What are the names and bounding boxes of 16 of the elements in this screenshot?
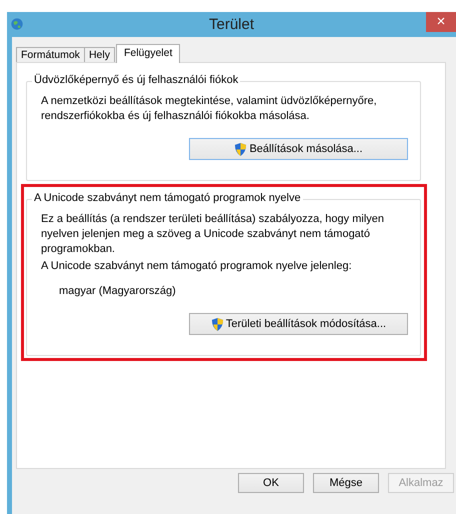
group-title: A Unicode szabványt nem támogató programok nyelve [32, 192, 303, 204]
tab[interactable]: Felügyelet [116, 44, 180, 63]
tab[interactable]: Formátumok [16, 47, 85, 62]
description-text: A Unicode szabványt nem támogató programok nyelve jelenleg: [41, 259, 353, 274]
action-button[interactable]: Beállítások másolása... [189, 138, 408, 160]
globe-icon [10, 17, 24, 31]
language-value: magyar (Magyarország) [59, 284, 177, 299]
action-button[interactable]: Területi beállítások módosítása... [189, 313, 408, 335]
group-title: Üdvözlőképernyő és új felhasználói fiókok [32, 74, 240, 86]
window-title: Terület [208, 16, 254, 33]
dialog-button[interactable]: OK [238, 473, 304, 493]
dialog-button[interactable]: Mégse [313, 473, 379, 493]
description-text: A nemzetközi beállítások megtekintése, valamint üdvözlőképernyőre, rendszerfiókokba és új felhasználói fiókokba másolása. [41, 94, 378, 124]
description-text: Ez a beállítás (a rendszer területi beállítása) szabályozza, hogy milyen nyelven jelenjen meg a szöveg a Unicode szabványt nem támogató programokban. [41, 212, 386, 257]
close-button[interactable]: × [426, 12, 456, 32]
tab[interactable]: Hely [84, 47, 115, 62]
